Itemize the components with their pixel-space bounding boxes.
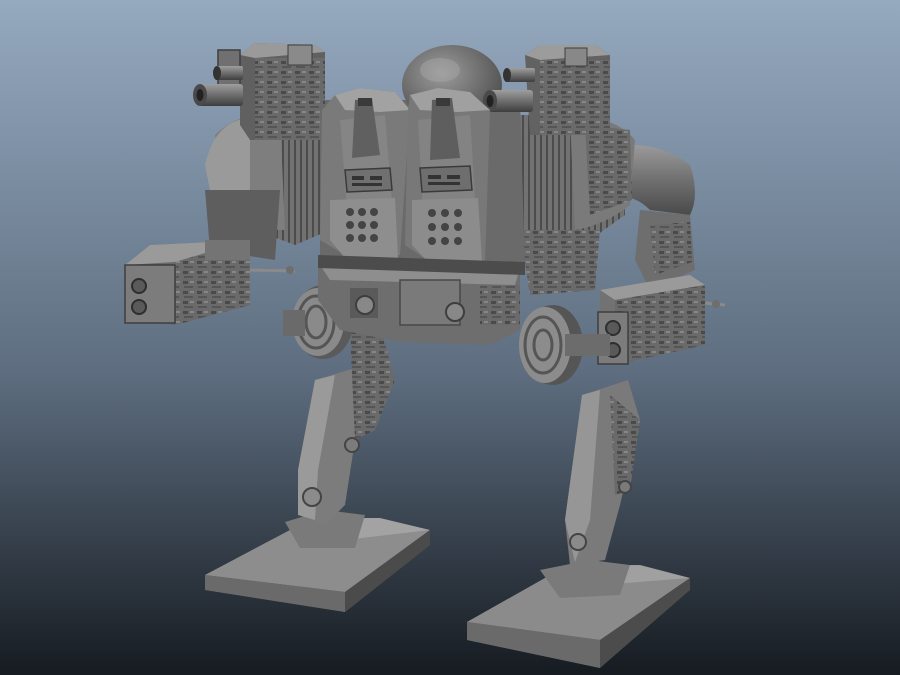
mech-robot-model[interactable] bbox=[0, 0, 900, 675]
left-weapon-pod bbox=[193, 43, 325, 140]
right-lower-leg bbox=[565, 380, 640, 565]
right-foot bbox=[467, 560, 690, 668]
left-pod-barrel bbox=[193, 84, 243, 106]
chest-right-vent-grid bbox=[428, 209, 462, 245]
chest-left-vent-grid bbox=[346, 208, 378, 242]
chest-plate-right bbox=[405, 88, 490, 262]
left-pod-small-barrel bbox=[213, 66, 243, 80]
left-foot bbox=[205, 510, 430, 612]
right-hip-disc bbox=[519, 305, 610, 385]
right-pod-small-barrel bbox=[503, 68, 535, 82]
right-pod-barrel bbox=[483, 90, 533, 112]
chest-plate-left bbox=[320, 88, 410, 258]
3d-viewport[interactable] bbox=[0, 0, 900, 675]
